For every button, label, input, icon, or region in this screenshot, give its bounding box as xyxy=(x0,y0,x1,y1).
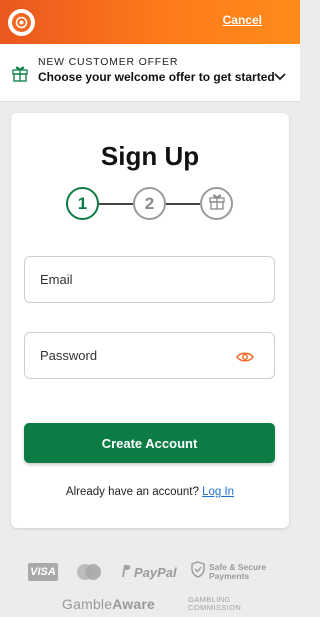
step-connector xyxy=(99,203,133,205)
secure-text: Safe & Secure Payments xyxy=(209,563,266,581)
logo-emblem xyxy=(12,13,31,32)
gambleaware-logo: GambleAware xyxy=(62,596,155,612)
email-placeholder: Email xyxy=(40,272,73,287)
step-2: 2 xyxy=(133,187,166,220)
gamble-text: Gamble xyxy=(62,596,113,612)
step-1: 1 xyxy=(66,187,99,220)
create-account-button[interactable]: Create Account xyxy=(24,423,275,463)
chevron-down-icon[interactable] xyxy=(274,68,286,86)
email-field[interactable]: Email xyxy=(24,256,275,303)
step-3-gift xyxy=(200,187,233,220)
step-indicator: 1 2 xyxy=(0,187,300,223)
commission-line-2: COMMISSION xyxy=(188,603,242,612)
paypal-logo: PayPal xyxy=(120,563,177,581)
visa-logo: VISA xyxy=(28,563,58,581)
offer-subtitle: Choose your welcome offer to get started xyxy=(38,70,275,84)
login-link[interactable]: Log In xyxy=(202,486,234,498)
signup-card xyxy=(11,113,289,528)
eye-icon[interactable] xyxy=(236,350,254,368)
offer-title: NEW CUSTOMER OFFER xyxy=(38,56,179,68)
aware-text: Aware xyxy=(112,596,156,612)
gift-icon xyxy=(11,64,29,87)
safe-secure-payments-badge: Safe & Secure Payments xyxy=(191,561,266,583)
mastercard-logo xyxy=(74,563,104,581)
shield-icon xyxy=(191,561,205,583)
cancel-link[interactable]: Cancel xyxy=(223,13,262,27)
gambling-commission-logo: GAMBLING COMMISSION xyxy=(188,596,241,612)
paypal-text: PayPal xyxy=(134,564,177,580)
login-prompt-line: Already have an account? Log In xyxy=(0,486,300,498)
password-field[interactable]: Password xyxy=(24,332,275,379)
gift-icon xyxy=(208,192,226,215)
lion-logo-icon[interactable] xyxy=(8,9,35,36)
step-connector xyxy=(166,203,200,205)
top-header: Cancel xyxy=(0,0,300,44)
page-title: Sign Up xyxy=(100,141,200,171)
login-prompt: Already have an account? xyxy=(65,486,199,498)
offer-banner[interactable]: NEW CUSTOMER OFFER Choose your welcome o… xyxy=(0,44,300,102)
secure-line-2: Payments xyxy=(209,571,250,581)
paypal-icon xyxy=(120,564,131,581)
password-placeholder: Password xyxy=(40,348,98,363)
